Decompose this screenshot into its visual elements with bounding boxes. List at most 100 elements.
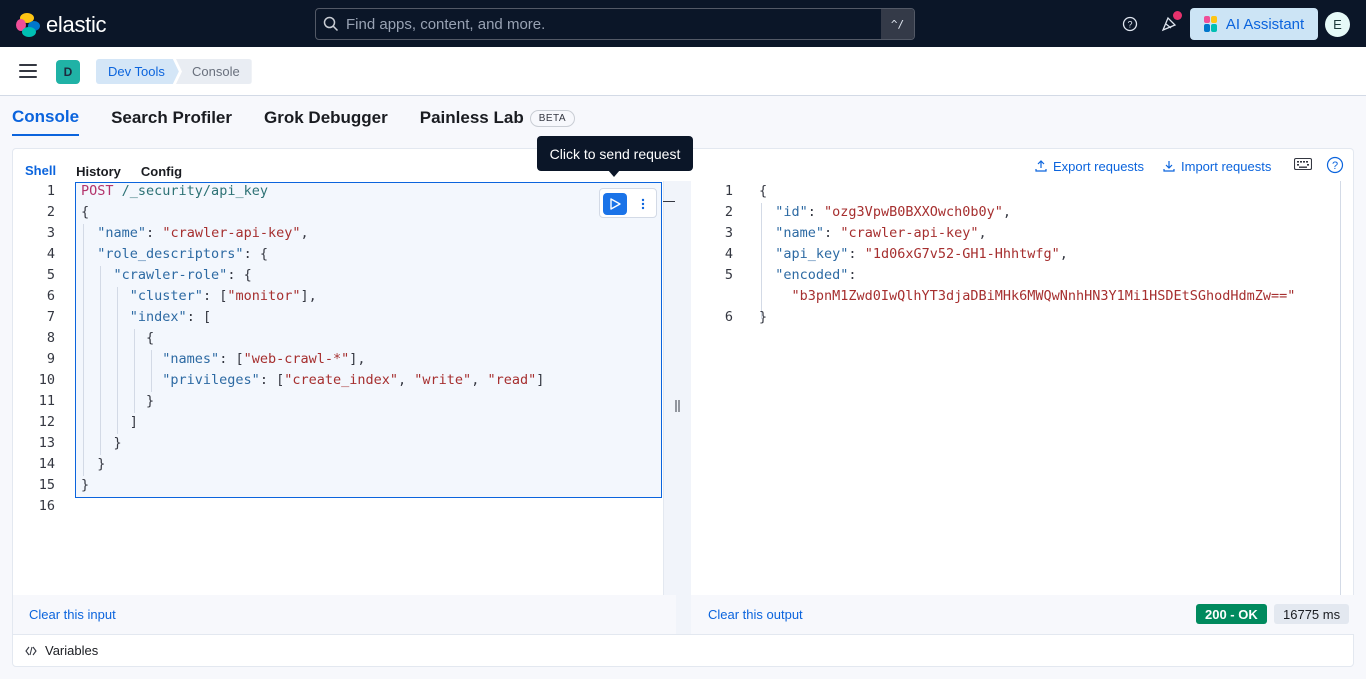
code-line: "name": "crawler-api-key", xyxy=(775,225,987,241)
clear-output-button[interactable]: Clear this output xyxy=(708,607,803,622)
duration-badge: 16775 ms xyxy=(1274,604,1350,624)
search-input[interactable]: Find apps, content, and more. xyxy=(346,16,881,33)
search-shortcut-hint: ^/ xyxy=(881,9,914,39)
json-key: "crawler-role" xyxy=(113,267,228,283)
brand-name: elastic xyxy=(46,12,107,37)
variables-button[interactable]: Variables xyxy=(13,634,1353,666)
brace: { xyxy=(81,204,90,220)
code-line: "id": "ozg3VpwB0BXXOwch0b0y", xyxy=(775,204,1011,220)
code-line: POST /_security/api_key xyxy=(81,181,268,202)
code-line: { xyxy=(81,330,155,346)
hamburger-menu-icon[interactable] xyxy=(19,64,37,78)
tab-search-profiler[interactable]: Search Profiler xyxy=(111,100,232,136)
code-icon xyxy=(25,646,37,655)
line-number: 2 xyxy=(724,204,733,220)
json-value: "write" xyxy=(414,372,472,388)
line-number: 4 xyxy=(724,246,733,262)
tab-painless-lab[interactable]: Painless Lab BETA xyxy=(420,100,576,136)
json-key: "encoded" xyxy=(775,267,849,283)
elastic-logo[interactable]: elastic xyxy=(16,12,107,38)
ai-assistant-icon xyxy=(1203,16,1217,32)
svg-text:?: ? xyxy=(1332,160,1338,172)
space-avatar[interactable]: D xyxy=(56,60,80,84)
line-number: 10 xyxy=(38,372,55,388)
code-line: } xyxy=(81,393,155,409)
line-number: 6 xyxy=(46,288,55,304)
user-avatar[interactable]: E xyxy=(1325,12,1350,37)
breadcrumb-console: Console xyxy=(176,59,252,84)
request-url: /_security/api_key xyxy=(121,183,268,199)
request-options-icon[interactable] xyxy=(636,194,650,214)
resize-grip-icon xyxy=(675,400,680,412)
json-key: "names" xyxy=(162,351,220,367)
ai-assistant-label: AI Assistant xyxy=(1225,15,1305,33)
json-key: "cluster" xyxy=(129,288,203,304)
json-key: "api_key" xyxy=(775,246,849,262)
tooltip-arrow xyxy=(608,170,620,177)
response-viewer: 1 2 3 4 5 6 { "id": "ozg3VpwB0BXXOwch0b0… xyxy=(691,181,1341,595)
line-number: 14 xyxy=(38,456,55,472)
line-number: 16 xyxy=(38,498,55,514)
breadcrumb-dev-tools[interactable]: Dev Tools xyxy=(96,59,179,84)
search-icon xyxy=(316,16,346,32)
json-value: "ozg3VpwB0BXXOwch0b0y" xyxy=(824,204,1003,220)
console-help-icon[interactable]: ? xyxy=(1326,156,1344,174)
json-value: "crawler-api-key" xyxy=(162,225,301,241)
tab-console-label: Console xyxy=(12,107,80,126)
line-number: 5 xyxy=(724,267,733,283)
export-icon xyxy=(1035,160,1047,172)
json-value: "crawler-api-key" xyxy=(840,225,979,241)
line-number: 11 xyxy=(38,393,55,409)
elastic-logo-icon xyxy=(16,13,40,37)
line-number: 9 xyxy=(46,351,55,367)
send-request-button[interactable] xyxy=(603,193,627,215)
line-number: 1 xyxy=(724,183,733,199)
http-method: POST xyxy=(81,183,114,199)
line-number: 15 xyxy=(38,477,55,493)
line-number: 12 xyxy=(38,414,55,430)
code-line: "privileges": ["create_index", "write", … xyxy=(162,372,545,388)
json-value: "1d06xG7v52-GH1-Hhhtwfg" xyxy=(864,246,1060,262)
json-value: "monitor" xyxy=(227,288,301,304)
clear-input-button[interactable]: Clear this input xyxy=(29,607,116,622)
code-line: "index": [ xyxy=(129,309,212,325)
code-line: "b3pnM1Zwd0IwQlhYT3djaDBiMHk6MWQwNnhHN3Y… xyxy=(759,286,1296,307)
output-footer: Clear this output 200 - OK 16775 ms xyxy=(691,595,1354,634)
line-number: 4 xyxy=(46,246,55,262)
play-icon xyxy=(610,198,621,210)
panel-resizer[interactable] xyxy=(663,181,691,634)
global-search[interactable]: Find apps, content, and more. ^/ xyxy=(315,8,915,40)
line-number: 3 xyxy=(724,225,733,241)
divider-line xyxy=(663,181,664,595)
export-requests-label: Export requests xyxy=(1053,158,1145,174)
ai-assistant-button[interactable]: AI Assistant xyxy=(1190,8,1318,40)
import-requests-label: Import requests xyxy=(1181,158,1272,174)
request-actions xyxy=(599,188,657,218)
code-line: } xyxy=(81,477,90,493)
line-number: 5 xyxy=(46,267,55,283)
code-line: "encoded": xyxy=(775,267,857,283)
global-header: elastic Find apps, content, and more. ^/… xyxy=(0,0,1366,47)
request-editor[interactable]: 1 2 3 4 5 6 7 8 9 10 11 12 13 14 15 16 P… xyxy=(13,181,663,595)
code-line: } xyxy=(81,456,106,472)
json-key: "name" xyxy=(775,225,825,241)
tab-grok-debugger[interactable]: Grok Debugger xyxy=(264,100,388,136)
json-value: "read" xyxy=(487,372,537,388)
json-value: "create_index" xyxy=(284,372,399,388)
code-line: { xyxy=(759,183,768,199)
line-number: 2 xyxy=(46,204,55,220)
dev-tools-tabs: Console Search Profiler Grok Debugger Pa… xyxy=(12,100,607,136)
import-icon xyxy=(1163,161,1175,172)
import-requests-button[interactable]: Import requests xyxy=(1163,157,1271,175)
code-line: ] xyxy=(81,414,138,430)
json-key: "index" xyxy=(129,309,187,325)
json-key: "id" xyxy=(775,204,808,220)
help-icon[interactable]: ? xyxy=(1120,14,1140,34)
output-scrollbar[interactable] xyxy=(1340,181,1341,595)
export-requests-button[interactable]: Export requests xyxy=(1035,157,1144,175)
code-line: "crawler-role": { xyxy=(113,267,252,283)
tab-console[interactable]: Console xyxy=(12,100,80,136)
line-number: 6 xyxy=(724,309,733,325)
json-key: "role_descriptors" xyxy=(97,246,244,262)
keyboard-shortcuts-icon[interactable] xyxy=(1293,157,1313,173)
